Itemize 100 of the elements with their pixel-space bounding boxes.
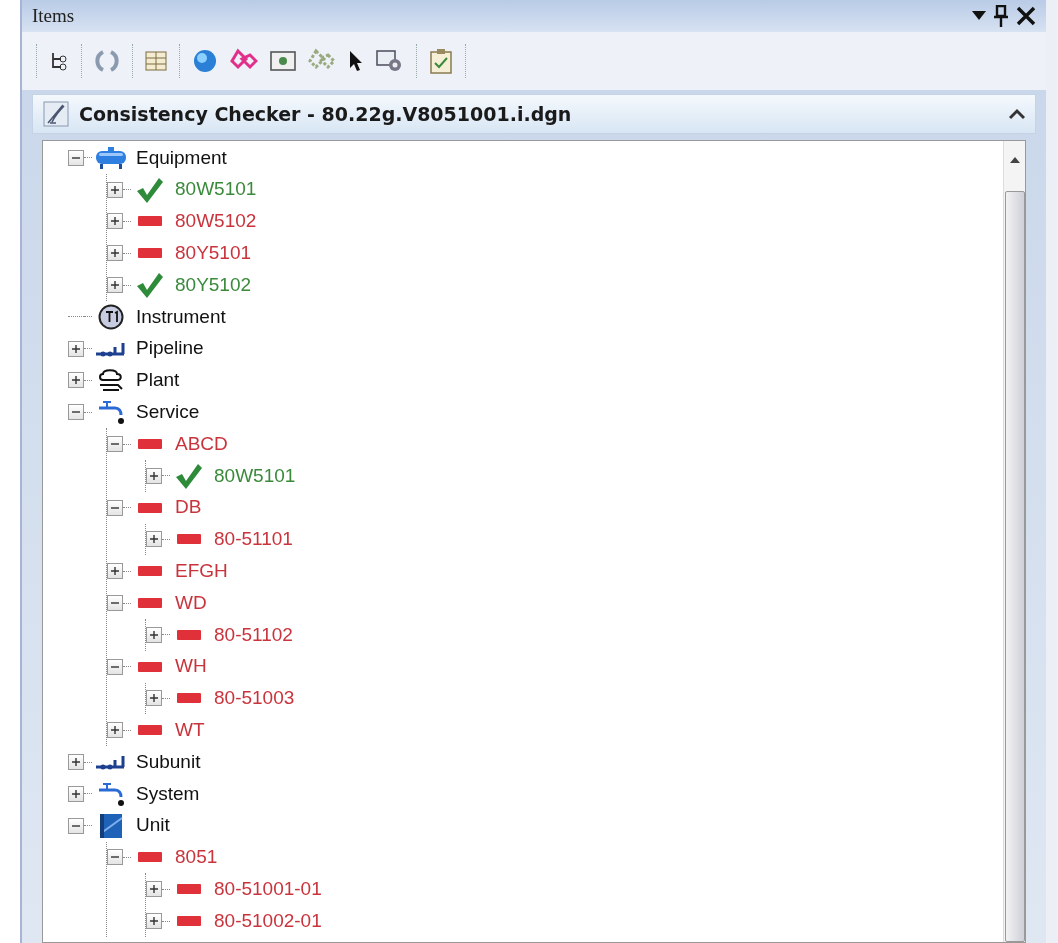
expander-button[interactable] (68, 754, 84, 771)
panel-title: Items (32, 3, 75, 28)
plus-icon (110, 184, 120, 195)
tree-item-label[interactable]: Instrument (136, 302, 226, 332)
expander-button[interactable] (107, 722, 123, 739)
tree-item-label[interactable]: ABCD (175, 429, 228, 459)
expander-button[interactable] (68, 340, 84, 357)
tree-item-label[interactable]: 8051 (175, 843, 218, 872)
expander-button[interactable] (107, 658, 123, 675)
tree-item-label[interactable]: Unit (136, 811, 170, 840)
view-icon[interactable] (270, 50, 296, 72)
expander-button[interactable] (146, 531, 162, 548)
tree-item-label[interactable]: 80W5101 (175, 175, 257, 204)
clipboard-check-icon[interactable] (429, 48, 453, 74)
expander-button[interactable] (107, 563, 123, 580)
tree-item-label[interactable]: Plant (136, 366, 180, 395)
tree-item-label[interactable]: EFGH (175, 557, 228, 586)
tree-item-label[interactable]: 80W5101 (214, 461, 296, 491)
expander-button[interactable] (107, 499, 123, 516)
plus-icon (110, 248, 120, 259)
section-title: Consistency Checker - 80.22g.V8051001.i.dgn (79, 101, 572, 127)
expander-button[interactable] (107, 595, 123, 612)
tree-item-label[interactable]: WT (175, 716, 205, 745)
expander-button[interactable] (107, 436, 123, 453)
expander-button[interactable] (146, 881, 162, 898)
plus-icon (71, 788, 81, 799)
expander-button[interactable] (68, 785, 84, 802)
tree-item-label[interactable]: 80-51101 (214, 525, 293, 554)
tree-item-label[interactable]: WH (175, 652, 207, 681)
dropdown-icon[interactable] (972, 11, 986, 21)
tree-icon[interactable] (49, 50, 69, 72)
plus-icon (71, 757, 81, 768)
expander-button[interactable] (107, 213, 123, 230)
tree-item-label[interactable]: 80W5102 (175, 207, 257, 236)
faucet-icon (97, 398, 125, 427)
minus-icon (177, 884, 201, 895)
tree-item-label[interactable]: Equipment (136, 143, 227, 173)
expander-button[interactable] (146, 690, 162, 707)
minus-icon (177, 629, 201, 640)
minus-icon (138, 502, 162, 513)
minus-icon (138, 439, 162, 450)
plus-icon (149, 884, 159, 895)
tree-item-label[interactable]: Service (136, 398, 200, 427)
pin-icon[interactable] (994, 5, 1008, 27)
plus-icon (149, 534, 159, 545)
minus-icon (138, 216, 162, 227)
tree-item-label[interactable]: Subunit (136, 747, 201, 777)
plus-icon (110, 566, 120, 577)
tree-item-label[interactable]: 80-51001-01 (214, 874, 322, 904)
plus-icon (71, 375, 81, 386)
minus-icon (138, 852, 162, 863)
section-header[interactable]: Consistency Checker - 80.22g.V8051001.i.dgn (32, 94, 1036, 134)
minus-icon (138, 598, 162, 609)
plus-icon (149, 629, 159, 640)
tree-item-label[interactable]: 80Y5102 (175, 270, 252, 300)
check-icon (135, 272, 165, 299)
tree-item-label[interactable]: System (136, 779, 200, 809)
expander-button[interactable] (146, 467, 162, 484)
expander-button[interactable] (107, 245, 123, 262)
tree-item-label[interactable]: 80-51003 (214, 684, 295, 713)
expander-button[interactable] (146, 626, 162, 643)
tree-item-label[interactable]: 80-51102 (214, 620, 293, 650)
expander-button[interactable] (107, 181, 123, 198)
expander-button[interactable] (107, 277, 123, 294)
grid-icon[interactable] (145, 51, 167, 71)
plus-icon (149, 470, 159, 481)
book-icon (98, 811, 124, 840)
minus-icon (138, 566, 162, 577)
tree-item-label[interactable]: Pipeline (136, 334, 204, 363)
plus-icon (149, 916, 159, 926)
collapse-icon[interactable] (1009, 108, 1025, 120)
minus-icon (138, 725, 162, 736)
close-icon[interactable] (1016, 6, 1036, 26)
minus-icon (138, 248, 162, 259)
tree-item-label[interactable]: WD (175, 588, 207, 618)
instrument-icon (98, 303, 124, 330)
scroll-up-icon[interactable] (1009, 157, 1020, 163)
minus-icon (138, 661, 162, 672)
plus-icon (149, 693, 159, 704)
tree-item-label[interactable]: 80-51002-01 (214, 906, 322, 936)
pointer-icon[interactable] (348, 50, 364, 72)
minus-icon (177, 693, 201, 704)
minus-icon (177, 916, 201, 926)
globe-icon[interactable] (192, 48, 218, 74)
tree-item-label[interactable]: DB (175, 493, 202, 522)
expander-button[interactable] (68, 149, 84, 166)
tree-item-label[interactable]: 80Y5101 (175, 239, 252, 268)
check-icon (174, 462, 204, 489)
tank-icon (94, 145, 128, 170)
expander-button[interactable] (68, 372, 84, 389)
expander-button[interactable] (107, 849, 123, 866)
expander-button[interactable] (146, 913, 162, 929)
plus-icon (110, 280, 120, 291)
minus-icon (177, 534, 201, 545)
expander-button[interactable] (68, 817, 84, 834)
check-icon (135, 176, 165, 203)
plus-icon (110, 216, 120, 227)
expander-button[interactable] (68, 404, 84, 421)
quill-icon (43, 101, 69, 127)
plus-icon (71, 343, 81, 354)
